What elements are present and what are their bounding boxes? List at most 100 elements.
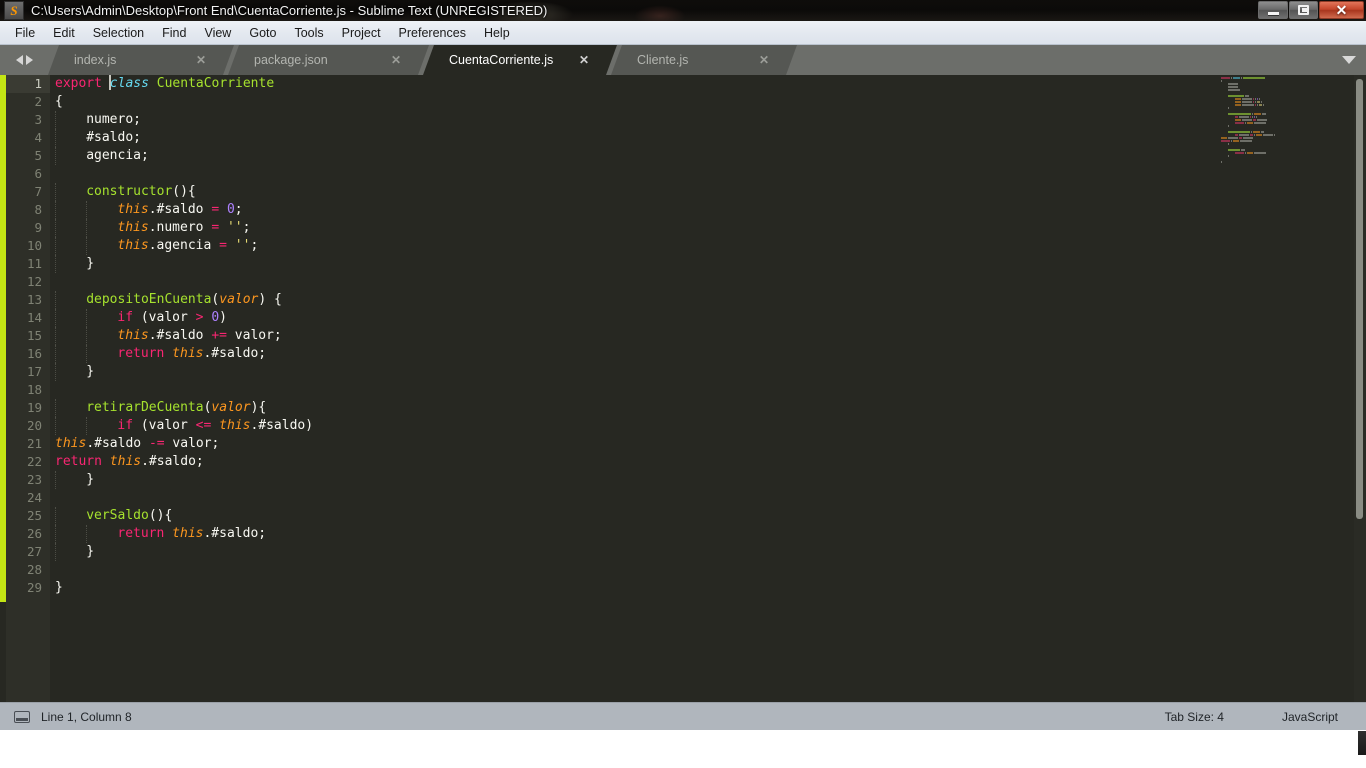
code-line[interactable]: if (valor <= this.#saldo) (55, 417, 1366, 435)
minimap-token (1254, 113, 1261, 115)
tab-close-icon[interactable]: ✕ (579, 53, 589, 67)
code-line[interactable]: return this.#saldo; (55, 345, 1366, 363)
cursor-position-label[interactable]: Line 1, Column 8 (41, 710, 132, 724)
menu-item-goto[interactable]: Goto (240, 24, 285, 42)
minimap-token (1242, 101, 1252, 103)
triangle-right-icon[interactable] (25, 55, 33, 65)
tab-dropdown-button[interactable] (1332, 45, 1366, 75)
code-token: this (117, 238, 149, 253)
code-line[interactable] (55, 561, 1366, 579)
tab-label: index.js (74, 53, 117, 67)
editor-area[interactable]: 1 2 3 4 5 6 7 8 9 10 11 12 13 14 15 16 17 18 19 20 21 22 23 24 2… (0, 75, 1366, 702)
code-line[interactable]: return this.#saldo; (55, 453, 1366, 471)
minimap-token (1221, 140, 1230, 142)
code-line[interactable] (55, 489, 1366, 507)
menu-item-view[interactable]: View (195, 24, 240, 42)
minimap-token (1235, 152, 1244, 154)
code-line[interactable]: agencia; (55, 147, 1366, 165)
code-line[interactable]: export class CuentaCorriente (55, 75, 1366, 93)
code-token: if (117, 310, 134, 325)
tab-cliente-js[interactable]: Cliente.js ✕ (611, 45, 797, 75)
minimap-token (1239, 134, 1249, 136)
code-token: '' (234, 238, 251, 253)
minimap-token (1253, 119, 1256, 121)
code-line[interactable]: } (55, 579, 1366, 597)
minimap-token (1255, 98, 1256, 100)
code-token: agencia; (86, 148, 149, 163)
code-line[interactable] (55, 381, 1366, 399)
code-line[interactable]: { (55, 93, 1366, 111)
menu-item-file[interactable]: File (6, 24, 44, 42)
minimap-token (1221, 77, 1230, 79)
menu-bar: File Edit Selection Find View Goto Tools Projec… (0, 21, 1366, 45)
code-line[interactable]: verSaldo(){ (55, 507, 1366, 525)
code-line[interactable]: } (55, 471, 1366, 489)
minimize-button[interactable] (1258, 1, 1288, 19)
code-token: ) (305, 418, 314, 433)
minimap-token (1254, 134, 1255, 136)
code-token: return (55, 454, 102, 469)
code-token: = (211, 202, 220, 217)
minimap-token (1257, 119, 1267, 121)
tab-cuentacorriente-js[interactable]: CuentaCorriente.js ✕ (423, 45, 617, 75)
line-number: 25 (26, 508, 42, 523)
minimap-token (1228, 89, 1240, 91)
code-line[interactable]: constructor(){ (55, 183, 1366, 201)
title-bar: S C:\Users\Admin\Desktop\Front End\Cuent… (0, 0, 1366, 21)
minimap-token (1257, 104, 1258, 106)
code-line[interactable]: this.#saldo -= valor; (55, 435, 1366, 453)
syntax-label[interactable]: JavaScript (1282, 710, 1338, 724)
menu-item-selection[interactable]: Selection (84, 24, 153, 42)
tab-close-icon[interactable]: ✕ (196, 53, 206, 67)
menu-item-project[interactable]: Project (333, 24, 390, 42)
code-line[interactable] (55, 165, 1366, 183)
triangle-left-icon[interactable] (15, 55, 23, 65)
code-line[interactable] (55, 273, 1366, 291)
minimap[interactable] (1219, 75, 1354, 702)
tab-close-icon[interactable]: ✕ (759, 53, 769, 67)
code-line[interactable]: } (55, 543, 1366, 561)
code-token: valor; (164, 436, 220, 451)
menu-item-help[interactable]: Help (475, 24, 519, 42)
code-line[interactable]: this.#saldo += valor; (55, 327, 1366, 345)
line-number: 21 (26, 436, 42, 451)
tab-index-js[interactable]: index.js ✕ (48, 45, 234, 75)
tab-nav-arrows[interactable] (0, 45, 48, 75)
code-content[interactable]: export class CuentaCorriente{numero; #sal… (55, 75, 1366, 702)
menu-item-preferences[interactable]: Preferences (390, 24, 475, 42)
menu-item-find[interactable]: Find (153, 24, 195, 42)
code-line[interactable]: } (55, 363, 1366, 381)
minimap-token (1253, 98, 1254, 100)
indent-guide (86, 327, 117, 345)
minimap-token (1231, 77, 1232, 79)
code-line[interactable]: } (55, 255, 1366, 273)
code-token: constructor (86, 184, 173, 199)
code-token: .#saldo; (141, 454, 204, 469)
sublime-text-window: S C:\Users\Admin\Desktop\Front End\Cuent… (0, 0, 1366, 768)
tab-package-json[interactable]: package.json ✕ (228, 45, 429, 75)
line-number: 9 (34, 220, 42, 235)
menu-item-edit[interactable]: Edit (44, 24, 84, 42)
restore-button[interactable] (1289, 1, 1318, 19)
code-line[interactable]: retirarDeCuenta(valor){ (55, 399, 1366, 417)
vertical-scrollbar[interactable] (1356, 79, 1363, 519)
code-token: '' (226, 220, 243, 235)
code-line[interactable]: depositoEnCuenta(valor) { (55, 291, 1366, 309)
minimap-token (1247, 152, 1253, 154)
code-line[interactable]: this.numero = ''; (55, 219, 1366, 237)
menu-item-tools[interactable]: Tools (285, 24, 332, 42)
tab-close-icon[interactable]: ✕ (391, 53, 401, 67)
panel-icon[interactable] (14, 710, 30, 723)
code-line[interactable]: numero; (55, 111, 1366, 129)
code-line[interactable]: this.agencia = ''; (55, 237, 1366, 255)
line-number: 6 (34, 166, 42, 181)
tab-size-label[interactable]: Tab Size: 4 (1165, 710, 1224, 724)
indent-guide (55, 147, 86, 165)
minimap-token (1235, 98, 1241, 100)
code-line[interactable]: return this.#saldo; (55, 525, 1366, 543)
code-line[interactable]: this.#saldo = 0; (55, 201, 1366, 219)
close-button[interactable]: ✕ (1319, 1, 1364, 19)
minimap-token (1239, 116, 1249, 118)
code-line[interactable]: if (valor > 0) (55, 309, 1366, 327)
code-line[interactable]: #saldo; (55, 129, 1366, 147)
